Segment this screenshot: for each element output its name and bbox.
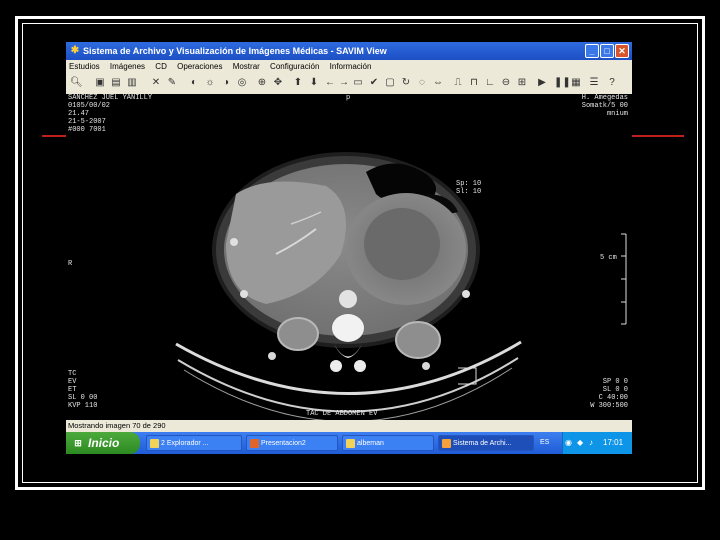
task-sistema-archivo[interactable]: Sistema de Archi... (438, 435, 534, 451)
operator: mnium (606, 110, 628, 118)
antivirus-icon[interactable]: ◆ (577, 432, 583, 454)
pulse-icon[interactable]: ⎍ (452, 77, 464, 89)
network-icon[interactable]: ◉ (565, 432, 572, 454)
savim-window: ✱ Sistema de Archivo y Visualización de … (66, 42, 632, 454)
task-presentacion2[interactable]: Presentacion2 (246, 435, 338, 451)
menu-configuracion[interactable]: Configuración (267, 60, 324, 74)
fit-icon[interactable]: ▢ (384, 77, 396, 89)
rotate-icon[interactable]: ↻ (400, 77, 412, 89)
window-title: Sistema de Archivo y Visualización de Im… (83, 46, 387, 56)
contrast-icon[interactable]: ◐ (188, 77, 200, 89)
save-icon[interactable]: ▤ (110, 77, 122, 89)
pan-icon[interactable]: ✥ (272, 77, 284, 89)
brightness-icon[interactable]: ☼ (204, 77, 216, 89)
image-viewport[interactable]: SANCHEZ JUEL YANILLY 0105/00/02 21.47 21… (66, 94, 632, 420)
study-time: 21.47 (68, 110, 90, 118)
patient-id: 0105/00/02 (68, 102, 111, 110)
menu-mostrar[interactable]: Mostrar (230, 60, 265, 74)
overlay-slice-info: Sp: 10 Sl: 10 (456, 180, 482, 196)
menu-bar: Estudios Imágenes CD Operaciones Mostrar… (66, 60, 632, 74)
scale-label: 5 cm (600, 254, 617, 262)
overlay-bottom-right: SP 0 0 SL 0 0 C 40:00 W 300:500 (590, 378, 628, 410)
start-button[interactable]: ⊞ Inicio (66, 432, 140, 454)
arrow-down-icon[interactable]: ⬇ (308, 77, 320, 89)
arrow-left-icon[interactable]: ← (324, 77, 336, 89)
study-description: TAC DE ABDOMEN EV (306, 410, 378, 418)
angle-icon[interactable]: ∟ (484, 77, 496, 89)
delete-icon[interactable]: ✕ (150, 77, 162, 89)
task-explorador[interactable]: 2 Explorador ... (146, 435, 242, 451)
list-icon[interactable]: ☰ (588, 77, 600, 89)
toolbar: 🔍︎ ▣ ▤ ▥ ✕ ✎ ◐ ☼ ◑ ◎ ⊕ ✥ ⬆ ⬇ ← → ▭ ✔ ▢ ↻… (66, 74, 632, 95)
grid-icon[interactable]: ▦ (570, 77, 582, 89)
savim-logo-icon: ✱ (70, 45, 80, 56)
window-width-level: W 300:500 (590, 402, 628, 410)
search-study-icon[interactable]: 🔍︎ (70, 77, 83, 89)
window-level-icon[interactable]: ◎ (236, 77, 248, 89)
menu-imagenes[interactable]: Imágenes (107, 60, 150, 74)
reset-icon[interactable]: ◌ (416, 77, 428, 89)
overlay-bottom-left: TC EV ET SL 0 00 KVP 110 (68, 370, 98, 410)
clock: 17:01 (603, 438, 624, 447)
folder-icon (150, 439, 159, 448)
maximize-button[interactable]: □ (600, 44, 614, 58)
patient-name: SANCHEZ JUEL YANILLY (68, 94, 153, 102)
print-icon[interactable]: ▥ (126, 77, 138, 89)
status-bar: Mostrando imagen 70 de 290 (66, 420, 632, 432)
overlay-top-center: p (346, 94, 351, 102)
overlay-top-left: SANCHEZ JUEL YANILLY 0105/00/02 21.47 21… (68, 94, 152, 134)
play-icon[interactable]: ▶ (536, 77, 548, 89)
zoom-in-icon[interactable]: ⊕ (256, 77, 268, 89)
arrow-right-icon[interactable]: → (338, 77, 350, 89)
menu-cd[interactable]: CD (152, 60, 172, 74)
institution: H. Amegedas (581, 94, 628, 102)
close-button[interactable]: ✕ (615, 44, 629, 58)
app-icon (346, 439, 355, 448)
title-bar[interactable]: ✱ Sistema de Archivo y Visualización de … (66, 42, 632, 60)
measure-icon[interactable]: ⊓ (468, 77, 480, 89)
accession-number: #000 7001 (68, 126, 106, 134)
pause-icon[interactable]: ❚❚ (554, 77, 571, 89)
minimize-button[interactable]: _ (585, 44, 599, 58)
overlay-top-right: H. Amegedas Somatk/5 00 mnium (582, 94, 628, 118)
menu-informacion[interactable]: Información (327, 60, 377, 74)
open-icon[interactable]: ▣ (94, 77, 106, 89)
check-icon[interactable]: ✔ (368, 77, 380, 89)
scanner: Somatk/5 00 (581, 102, 628, 110)
powerpoint-icon (250, 439, 259, 448)
red-rule-left (42, 135, 66, 137)
ct-scan-image (175, 152, 627, 420)
start-label: Inicio (88, 436, 120, 450)
task-albeman[interactable]: albeman (342, 435, 434, 451)
invert-icon[interactable]: ◑ (220, 77, 232, 89)
taskbar: ⊞ Inicio 2 Explorador ... Presentacion2 … (66, 432, 632, 454)
help-icon[interactable]: ? (606, 77, 618, 89)
edit-icon[interactable]: ✎ (166, 77, 178, 89)
magnifier-icon[interactable]: ⊖ (500, 77, 512, 89)
folder-icon[interactable]: ▭ (352, 77, 364, 89)
savim-task-icon (442, 439, 451, 448)
orientation-marker-right: R (68, 260, 73, 268)
windows-logo-icon: ⊞ (74, 438, 82, 448)
arrow-up-icon[interactable]: ⬆ (292, 77, 304, 89)
study-date: 21-5-2007 (68, 118, 106, 126)
system-tray: ◉ ◆ ♪ 17:01 (562, 432, 632, 454)
menu-estudios[interactable]: Estudios (66, 60, 105, 74)
volume-icon[interactable]: ♪ (589, 432, 593, 454)
language-indicator[interactable]: ES (540, 439, 549, 447)
region-icon[interactable]: ⊞ (516, 77, 528, 89)
red-rule-right (632, 135, 684, 137)
menu-operaciones[interactable]: Operaciones (174, 60, 227, 74)
flip-icon[interactable]: ⇔ (432, 77, 444, 89)
